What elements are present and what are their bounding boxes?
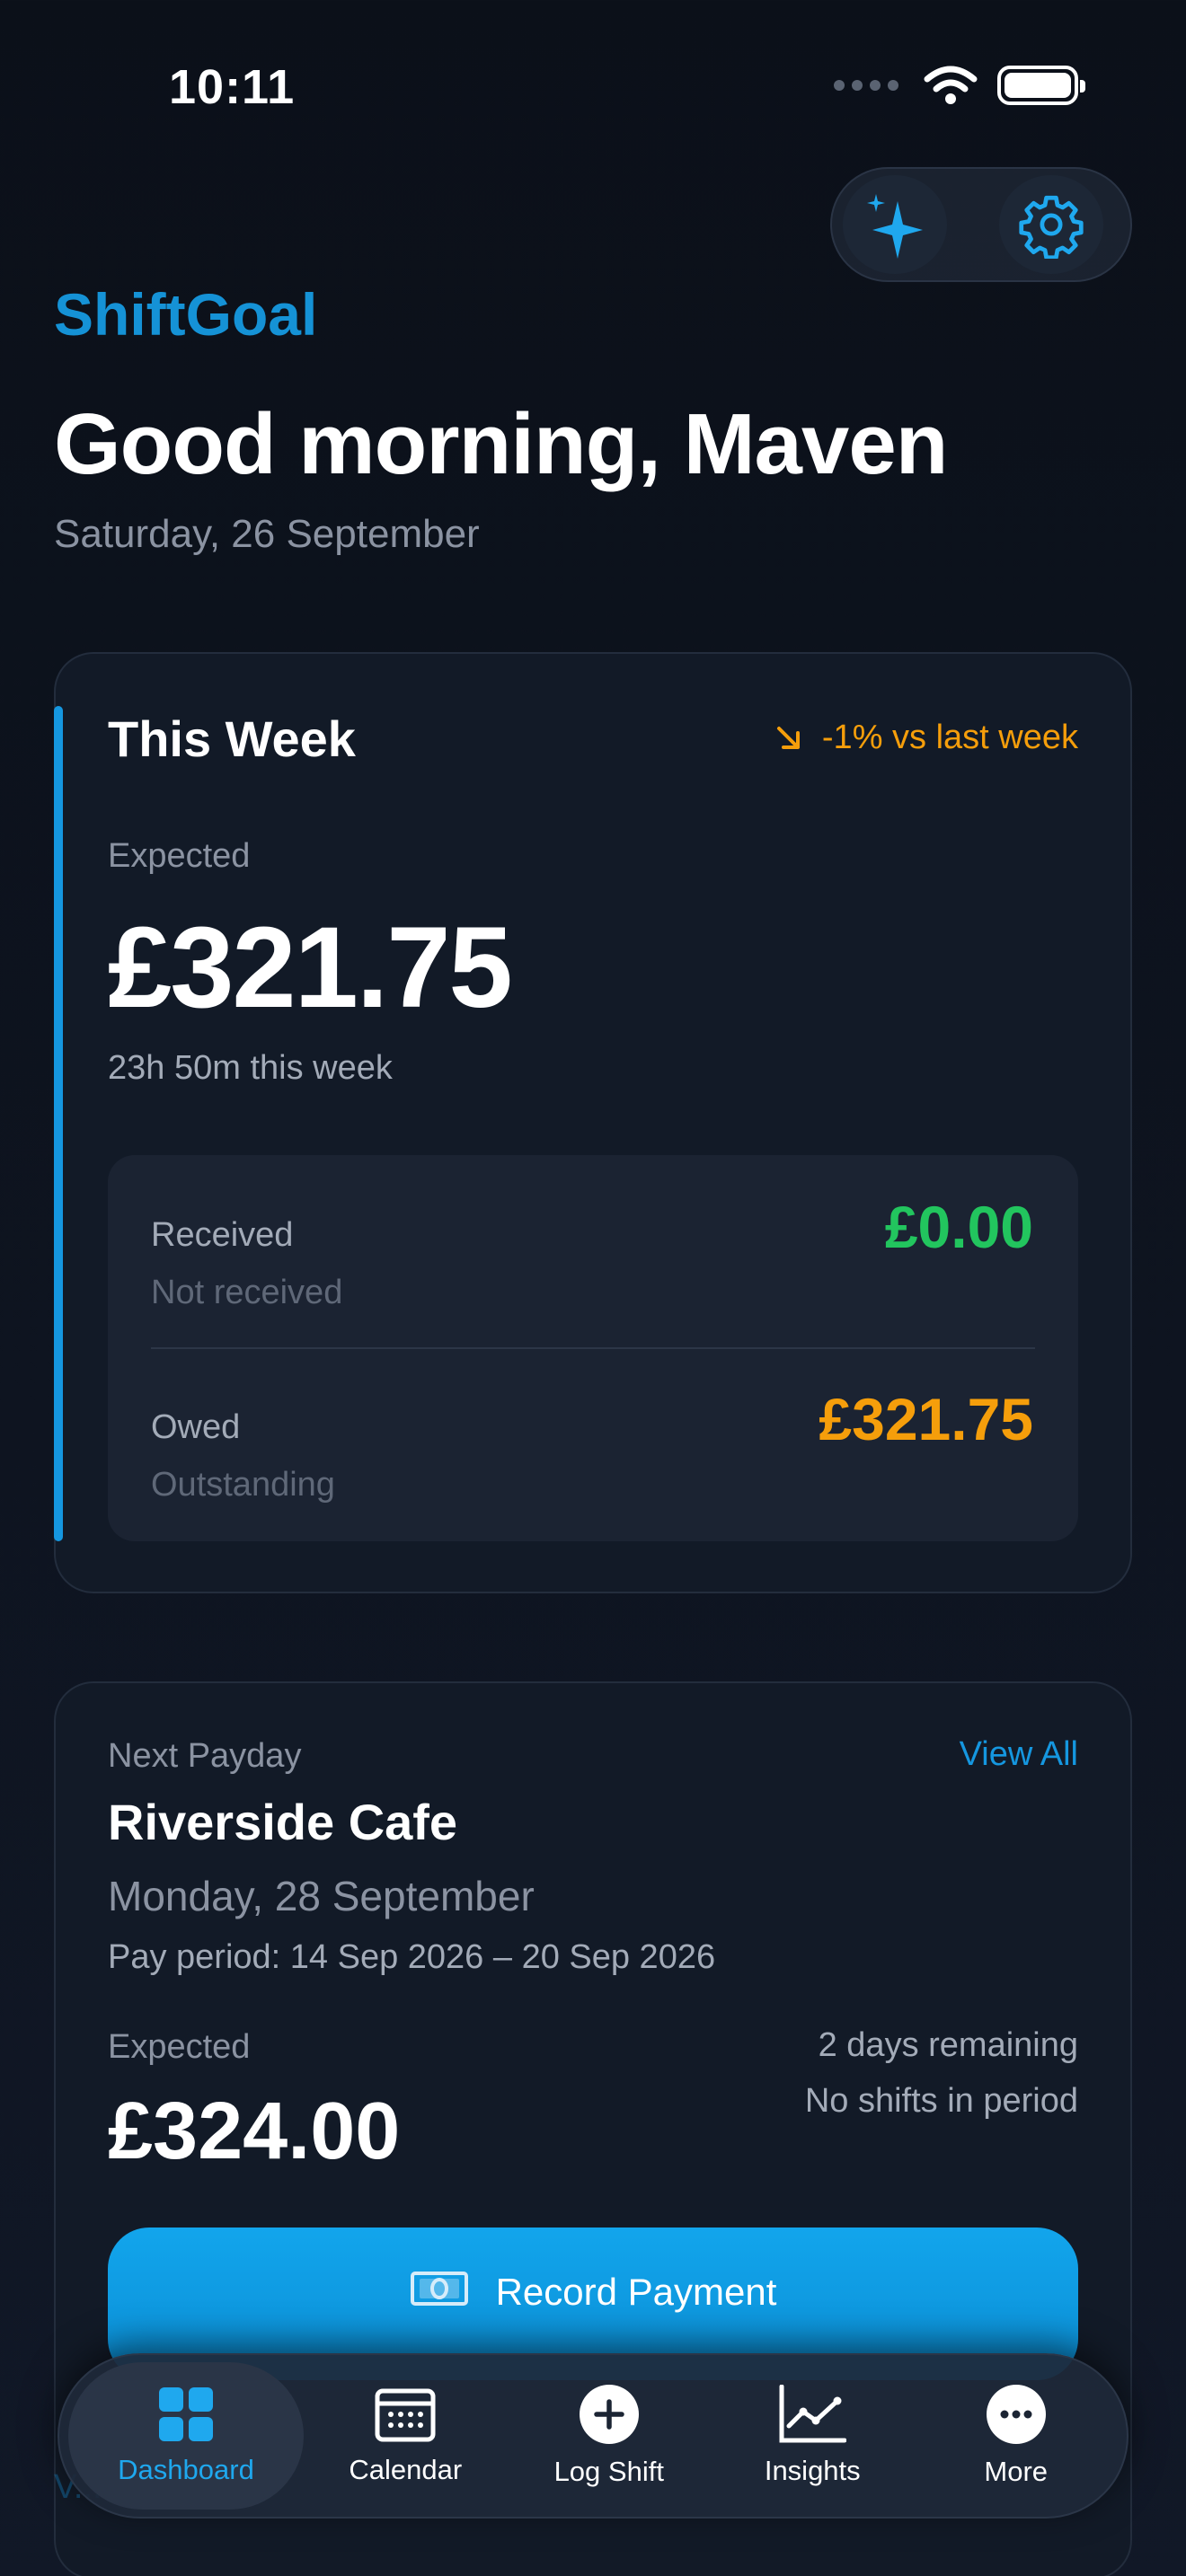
- tab-more[interactable]: More: [915, 2362, 1119, 2510]
- owed-amount: £321.75: [819, 1386, 1033, 1452]
- tab-dashboard[interactable]: Dashboard: [68, 2362, 304, 2510]
- days-remaining: 2 days remaining: [818, 2026, 1078, 2064]
- shifts-note: No shifts in period: [804, 2082, 1078, 2120]
- view-all-link[interactable]: View All: [960, 1735, 1078, 1774]
- trend-badge: -1% vs last week: [774, 719, 1078, 757]
- wifi-icon: [924, 66, 978, 104]
- ai-sparkle-button[interactable]: [843, 175, 947, 274]
- divider: [151, 1347, 1035, 1349]
- gear-icon: [1019, 195, 1084, 259]
- payday-expected-amount: £324.00: [108, 2086, 401, 2176]
- expected-amount: £321.75: [108, 904, 513, 1032]
- tab-label: Dashboard: [118, 2454, 254, 2485]
- tab-label: More: [984, 2456, 1049, 2487]
- received-amount: £0.00: [884, 1194, 1033, 1260]
- pay-period: Pay period: 14 Sep 2026 – 20 Sep 2026: [108, 1938, 716, 1976]
- app-brand: ShiftGoal: [54, 281, 318, 348]
- card-accent-bar: [54, 706, 63, 1541]
- owed-status: Outstanding: [151, 1466, 335, 1504]
- record-payment-label: Record Payment: [495, 2271, 777, 2313]
- bottom-tab-bar: Dashboard Calendar Log Shift Insights Mo…: [58, 2353, 1128, 2519]
- top-actions: [830, 167, 1132, 282]
- status-time: 10:11: [169, 60, 296, 114]
- battery-icon: [997, 66, 1085, 105]
- received-label: Received: [151, 1216, 294, 1254]
- more-dots-icon: [986, 2385, 1046, 2444]
- tab-insights[interactable]: Insights: [711, 2362, 915, 2510]
- trend-text: -1% vs last week: [821, 719, 1078, 756]
- plus-circle-icon: [579, 2385, 639, 2444]
- this-week-title: This Week: [108, 710, 356, 767]
- expected-label: Expected: [108, 837, 251, 875]
- payday-date: Monday, 28 September: [108, 1873, 535, 1919]
- status-icons: [834, 63, 1085, 108]
- next-payday-label: Next Payday: [108, 1737, 302, 1775]
- cash-icon: [410, 2272, 468, 2306]
- tab-log-shift[interactable]: Log Shift: [508, 2362, 712, 2510]
- tab-calendar[interactable]: Calendar: [304, 2362, 508, 2510]
- received-status: Not received: [151, 1274, 343, 1311]
- payday-expected-label: Expected: [108, 2028, 251, 2066]
- calendar-icon: [375, 2388, 436, 2442]
- hours-worked: 23h 50m this week: [108, 1049, 393, 1087]
- current-date: Saturday, 26 September: [54, 512, 480, 556]
- chart-line-icon: [779, 2385, 847, 2443]
- cellular-signal-icon: [834, 80, 898, 91]
- tab-label: Log Shift: [553, 2456, 664, 2487]
- grid-icon: [159, 2387, 213, 2441]
- tab-label: Calendar: [349, 2454, 463, 2485]
- tab-label: Insights: [764, 2455, 861, 2486]
- settings-button[interactable]: [999, 175, 1103, 274]
- page-title: Good morning, Maven: [54, 396, 948, 492]
- arrow-down-right-icon: [776, 726, 800, 749]
- employer-name: Riverside Cafe: [108, 1794, 458, 1850]
- owed-label: Owed: [151, 1408, 241, 1446]
- sparkle-icon: [867, 194, 923, 259]
